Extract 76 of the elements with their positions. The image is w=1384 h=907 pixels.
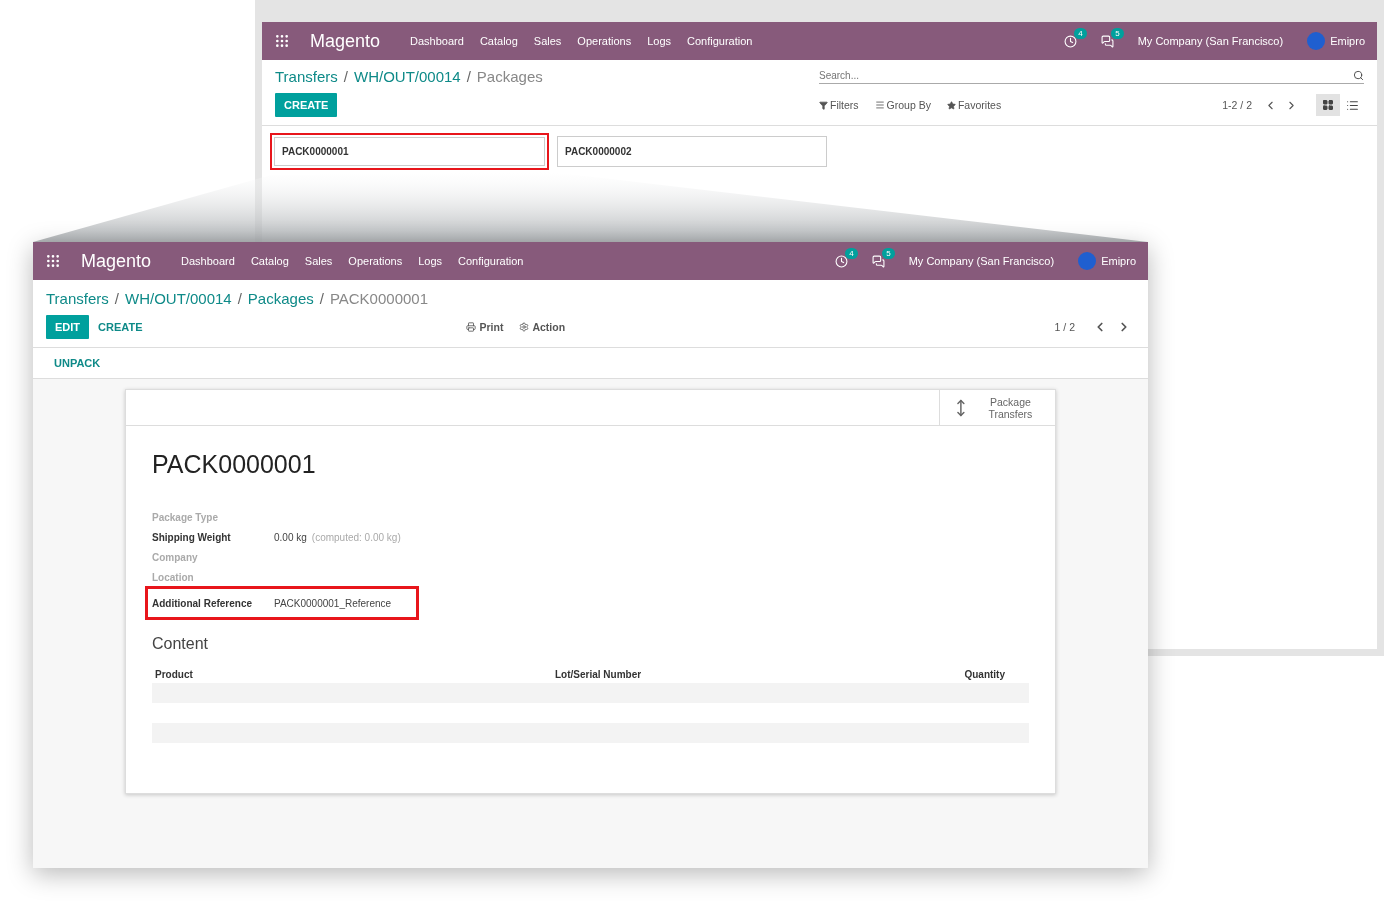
record-title: PACK0000001 xyxy=(152,450,317,479)
company-switcher[interactable]: My Company (San Francisco) xyxy=(1137,35,1284,47)
breadcrumb-current: Packages xyxy=(476,68,543,85)
field-value: 0.00 kg xyxy=(274,531,307,543)
filter-toolbar-button[interactable]: Favorites xyxy=(946,99,1002,111)
menu-item[interactable]: Sales xyxy=(304,255,333,267)
pager-count: 1-2 / 2 xyxy=(1222,99,1252,111)
field-label: Shipping Weight xyxy=(152,531,232,543)
menu-item[interactable]: Catalog xyxy=(250,255,289,267)
edit-button[interactable]: EDIT xyxy=(46,315,90,339)
create-button[interactable]: CREATE xyxy=(275,93,338,117)
brand-name: Magento xyxy=(310,30,381,52)
apps-grid-icon[interactable] xyxy=(274,33,290,49)
unpack-button[interactable]: UNPACK xyxy=(45,351,110,375)
menu-item[interactable]: Operations xyxy=(348,255,403,267)
breadcrumb-link[interactable]: Packages xyxy=(247,290,314,307)
menu-item[interactable]: Logs xyxy=(418,255,442,267)
list-icon xyxy=(874,100,885,110)
search-field[interactable]: Search... xyxy=(819,69,1353,81)
field-label: Package Type xyxy=(152,511,219,523)
breadcrumb-link[interactable]: Transfers xyxy=(275,68,338,85)
breadcrumb-separator: / xyxy=(343,68,348,85)
action-dropdown[interactable]: Action xyxy=(519,321,566,333)
breadcrumb-separator: / xyxy=(466,68,471,85)
breadcrumb-separator: / xyxy=(237,290,242,307)
package-card[interactable]: PACK0000002 xyxy=(557,136,827,167)
grid-icon xyxy=(1322,99,1334,111)
field-label: Additional Reference xyxy=(152,597,254,609)
message-count: 5 xyxy=(882,247,895,259)
breadcrumb-link[interactable]: WH/OUT/00014 xyxy=(353,68,461,85)
column-header: Lot/Serial Number xyxy=(555,668,643,680)
column-header: Quantity xyxy=(964,668,1005,680)
field-value: PACK0000001_Reference xyxy=(274,597,392,609)
filter-toolbar-button[interactable]: Group By xyxy=(874,99,931,111)
menu-item[interactable]: Configuration xyxy=(458,255,524,267)
section-title: Content xyxy=(152,635,210,653)
field-label: Location xyxy=(152,571,195,583)
menu-item[interactable]: Catalog xyxy=(479,35,518,47)
breadcrumb-link[interactable]: WH/OUT/00014 xyxy=(124,290,232,307)
field-label: Company xyxy=(152,551,199,563)
menu-item[interactable]: Logs xyxy=(647,35,671,47)
printer-icon xyxy=(466,322,477,332)
chat-icon[interactable] xyxy=(1100,34,1114,48)
message-count: 5 xyxy=(1111,27,1124,39)
menu-item[interactable]: Dashboard xyxy=(410,35,464,47)
package-transfers-button[interactable]: Package Transfers xyxy=(939,390,1055,425)
activity-count: 4 xyxy=(1074,27,1087,39)
activity-count: 4 xyxy=(845,247,858,259)
company-switcher[interactable]: My Company (San Francisco) xyxy=(908,255,1055,267)
kanban-view-button[interactable] xyxy=(1316,94,1340,116)
menu-item[interactable]: Configuration xyxy=(687,35,753,47)
apps-grid-icon[interactable] xyxy=(45,253,61,269)
computed-note: (computed: 0.00 kg) xyxy=(311,531,401,543)
brand-name: Magento xyxy=(81,250,152,272)
column-header: Product xyxy=(155,668,194,680)
clock-icon[interactable] xyxy=(834,254,848,268)
breadcrumb-separator: / xyxy=(114,290,119,307)
menu-item[interactable]: Operations xyxy=(577,35,632,47)
breadcrumb-link[interactable]: Transfers xyxy=(46,290,109,307)
filter-icon xyxy=(819,100,828,110)
breadcrumb-current: PACK0000001 xyxy=(329,290,429,307)
menu-item[interactable]: Dashboard xyxy=(181,255,235,267)
print-dropdown[interactable]: Print xyxy=(466,321,504,333)
menu-item[interactable]: Sales xyxy=(533,35,562,47)
star-icon xyxy=(946,100,956,110)
search-icon[interactable] xyxy=(1353,69,1364,81)
list-icon xyxy=(1345,98,1359,112)
user-name[interactable]: Emipro xyxy=(1101,255,1136,267)
user-name[interactable]: Emipro xyxy=(1330,35,1365,47)
gear-icon xyxy=(519,322,530,332)
pager-count: 1 / 2 xyxy=(1054,321,1075,333)
chat-icon[interactable] xyxy=(871,254,885,268)
create-button[interactable]: CREATE xyxy=(89,315,152,339)
filter-toolbar-button[interactable]: Filters xyxy=(819,99,859,111)
breadcrumb-separator: / xyxy=(319,290,324,307)
clock-icon[interactable] xyxy=(1063,34,1077,48)
